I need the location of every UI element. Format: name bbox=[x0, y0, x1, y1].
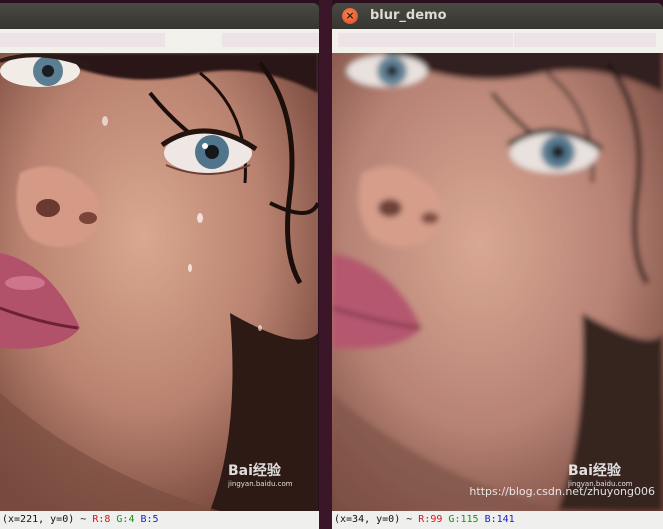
window-titlebar[interactable]: × blur_demo bbox=[332, 3, 663, 29]
red-value: R:8 bbox=[92, 514, 111, 525]
original-image-window: Bai经验 jingyan.baidu.com (x=221, y=0) ~ R… bbox=[0, 0, 319, 529]
watermark-logo: Bai经验 jingyan.baidu.com bbox=[568, 460, 633, 488]
window-title: blur_demo bbox=[370, 8, 447, 23]
image-canvas[interactable]: Bai经验 jingyan.baidu.com https://blog.csd… bbox=[332, 53, 663, 511]
watermark-logo-text: Bai经验 bbox=[568, 463, 621, 479]
image-canvas[interactable]: Bai经验 jingyan.baidu.com bbox=[0, 53, 318, 511]
toolbar-strip bbox=[0, 33, 165, 47]
window-titlebar[interactable] bbox=[0, 3, 319, 29]
pixel-status-bar: (x=34, y=0) ~ R:99 G:115 B:141 bbox=[332, 511, 663, 529]
csdn-credit: https://blog.csdn.net/zhuyong006 bbox=[469, 485, 655, 498]
window-toolbar bbox=[0, 29, 319, 53]
pixel-status-bar: (x=221, y=0) ~ R:8 G:4 B:5 bbox=[0, 511, 319, 529]
watermark-logo-text: Bai经验 bbox=[228, 463, 281, 479]
green-value: G:4 bbox=[116, 514, 135, 525]
window-toolbar bbox=[332, 29, 663, 53]
toolbar-strip bbox=[222, 33, 319, 47]
blurred-portrait-photo bbox=[332, 53, 663, 511]
close-icon[interactable]: × bbox=[342, 8, 358, 24]
green-value: G:115 bbox=[448, 514, 479, 525]
blue-value: B:5 bbox=[140, 514, 159, 525]
watermark-logo: Bai经验 jingyan.baidu.com bbox=[228, 460, 293, 488]
blue-value: B:141 bbox=[484, 514, 515, 525]
cursor-coords: (x=34, y=0) ~ bbox=[334, 514, 419, 525]
portrait-photo bbox=[0, 53, 318, 511]
watermark-url: jingyan.baidu.com bbox=[228, 480, 293, 488]
red-value: R:99 bbox=[418, 514, 443, 525]
toolbar-strip bbox=[338, 33, 513, 47]
toolbar-strip bbox=[514, 33, 656, 47]
cursor-coords: (x=221, y=0) ~ bbox=[2, 514, 93, 525]
blur-demo-window: × blur_demo Bai经验 jingyan.baidu.com http… bbox=[332, 0, 663, 529]
